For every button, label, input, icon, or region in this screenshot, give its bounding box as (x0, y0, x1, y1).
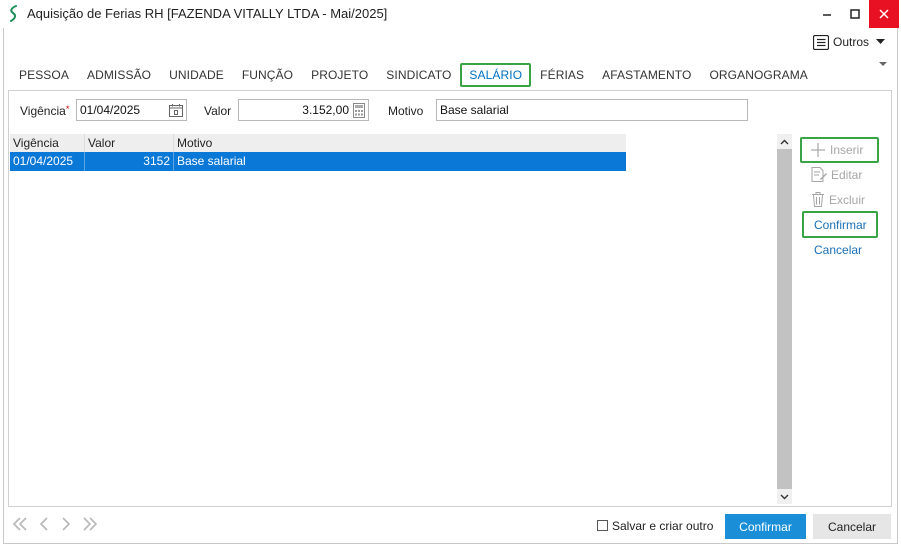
valor-field[interactable]: 3.152,00 (238, 99, 369, 121)
tab-pessoa[interactable]: PESSOA (10, 63, 78, 87)
cancel-button[interactable]: Cancelar (813, 514, 891, 539)
vigencia-value: 01/04/2025 (80, 103, 141, 117)
vigencia-date-field[interactable]: 01/04/2025 (76, 99, 187, 121)
editar-label: Editar (831, 167, 863, 182)
chevron-down-icon (780, 494, 789, 499)
tabs-overflow-icon[interactable] (879, 62, 887, 68)
required-marker: * (65, 104, 70, 114)
motivo-input[interactable]: Base salarial (436, 99, 748, 121)
last-record-icon[interactable] (81, 516, 99, 532)
tab-organograma[interactable]: ORGANOGRAMA (700, 63, 816, 87)
chevron-up-icon (780, 139, 789, 144)
tab-salario[interactable]: SALÁRIO (460, 63, 532, 87)
outros-label: Outros (833, 35, 870, 49)
inserir-label: Inserir (830, 143, 864, 157)
record-navigation (11, 516, 99, 532)
minimize-button[interactable] (813, 0, 841, 28)
confirmar-label: Confirmar (814, 218, 867, 232)
outros-menu-button[interactable]: Outros (813, 33, 886, 51)
cell-motivo: Base salarial (177, 154, 246, 168)
valor-value: 3.152,00 (302, 103, 349, 117)
cancelar-label: Cancelar (814, 243, 863, 257)
maximize-icon (850, 9, 860, 19)
scroll-up-button[interactable] (777, 134, 792, 149)
scroll-down-button[interactable] (777, 489, 792, 504)
column-header-vigencia[interactable]: Vigência (10, 134, 85, 152)
tab-admissao[interactable]: ADMISSÃO (78, 63, 160, 87)
column-header-motivo[interactable]: Motivo (174, 134, 626, 152)
confirmar-link[interactable]: Confirmar (814, 218, 867, 232)
column-header-valor[interactable]: Valor (85, 134, 174, 152)
tab-afastamento[interactable]: AFASTAMENTO (593, 63, 700, 87)
tab-sindicato[interactable]: SINDICATO (377, 63, 460, 87)
save-create-checkbox[interactable] (597, 520, 608, 531)
tab-projeto[interactable]: PROJETO (302, 63, 377, 87)
motivo-value: Base salarial (440, 103, 509, 117)
table-row[interactable]: 01/04/2025 3152 Base salarial (10, 152, 626, 171)
tab-bar: PESSOA ADMISSÃO UNIDADE FUNÇÃO PROJETO S… (10, 63, 817, 87)
motivo-label: Motivo (388, 104, 424, 118)
title-bar: Aquisição de Ferias RH [FAZENDA VITALLY … (0, 0, 901, 28)
save-create-label[interactable]: Salvar e criar outro (612, 519, 713, 533)
calculator-icon[interactable] (353, 102, 365, 118)
inserir-button[interactable]: Inserir (810, 143, 863, 157)
excluir-label: Excluir (829, 192, 866, 207)
maximize-button[interactable] (841, 0, 869, 28)
tab-funcao[interactable]: FUNÇÃO (233, 63, 302, 87)
edit-document-icon (811, 167, 827, 182)
salary-grid: Vigência Valor Motivo 01/04/2025 3152 Ba… (10, 134, 626, 171)
calendar-icon[interactable] (169, 103, 183, 117)
editar-button[interactable]: Editar (811, 167, 862, 182)
caret-down-icon (876, 39, 886, 44)
tab-unidade[interactable]: UNIDADE (160, 63, 233, 87)
previous-record-icon[interactable] (37, 516, 51, 532)
cell-valor: 3152 (85, 152, 174, 171)
grid-header: Vigência Valor Motivo (10, 134, 626, 152)
trash-icon (812, 192, 824, 207)
window-title: Aquisição de Ferias RH [FAZENDA VITALLY … (27, 6, 388, 21)
plus-icon (811, 143, 825, 157)
vigencia-label: Vigência* (20, 104, 70, 118)
close-icon (879, 9, 889, 19)
scrollbar-thumb[interactable] (777, 149, 792, 489)
first-record-icon[interactable] (11, 516, 29, 532)
app-logo-icon (10, 5, 17, 22)
tab-ferias[interactable]: FÉRIAS (531, 63, 593, 87)
minimize-icon (823, 14, 831, 16)
list-menu-icon (813, 34, 829, 50)
close-button[interactable] (869, 0, 899, 28)
valor-label: Valor (204, 104, 232, 118)
confirm-button[interactable]: Confirmar (725, 514, 806, 539)
excluir-button[interactable]: Excluir (811, 192, 865, 207)
vertical-scrollbar[interactable] (777, 134, 792, 504)
cancelar-link[interactable]: Cancelar (814, 243, 862, 257)
cell-vigencia: 01/04/2025 (10, 152, 85, 171)
next-record-icon[interactable] (59, 516, 73, 532)
